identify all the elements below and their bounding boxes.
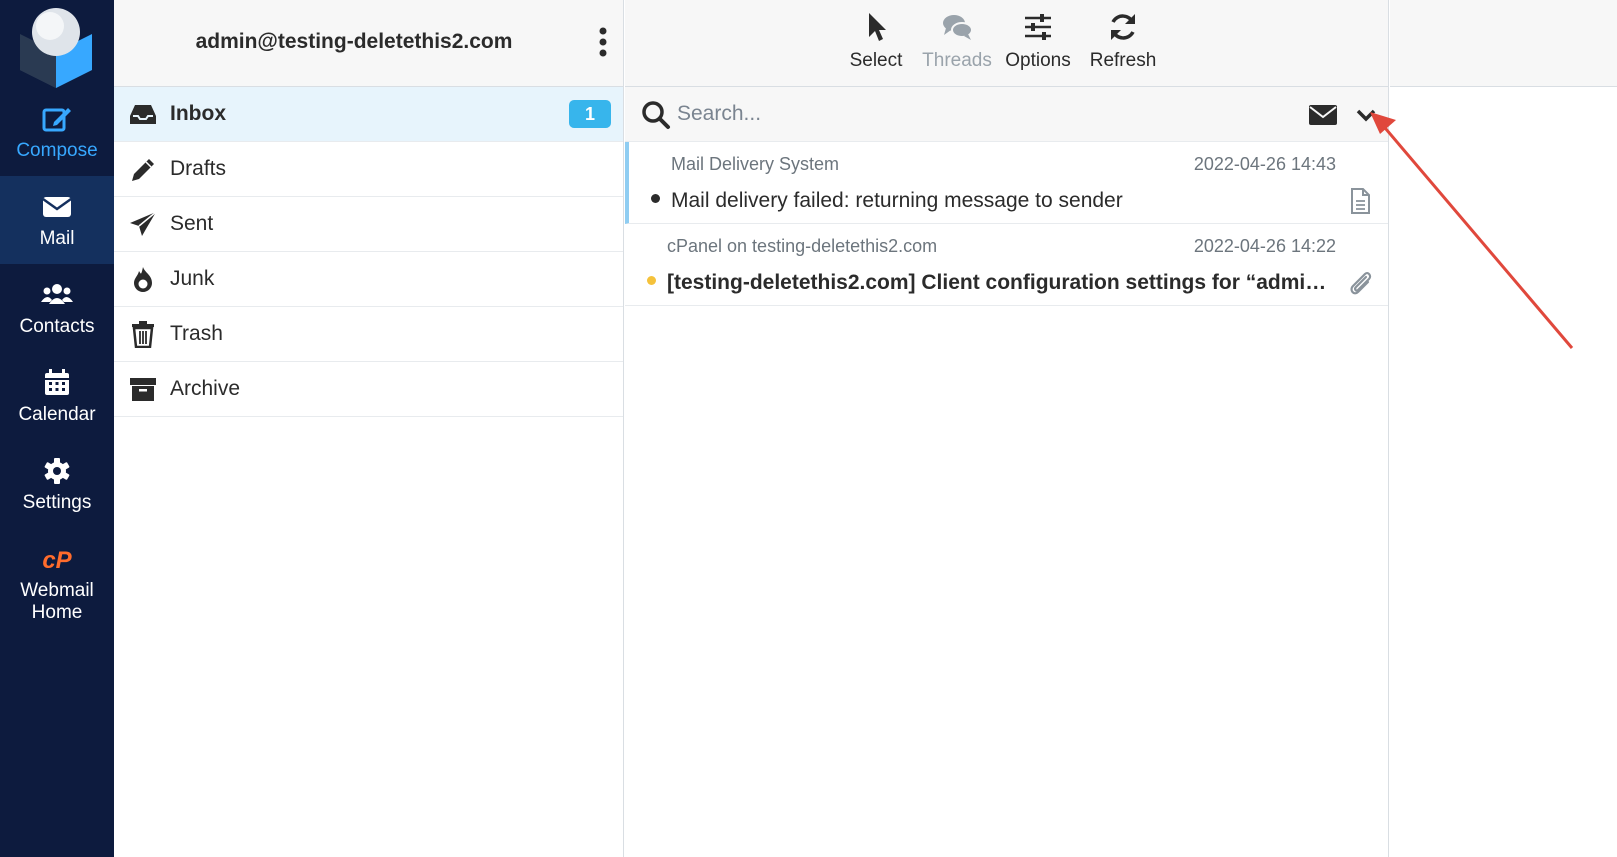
options-label: Options [1005,50,1071,71]
nav-calendar[interactable]: Calendar [0,352,114,440]
folder-archive[interactable]: Archive [114,362,623,417]
account-email: admin@testing-deletethis2.com [195,30,513,53]
status-dot [651,194,660,203]
compose-icon [42,108,71,132]
folder-panel-header: admin@testing-deletethis2.com [114,0,623,87]
threads-button[interactable]: Threads [914,10,1000,72]
refresh-button[interactable]: Refresh [1080,10,1166,72]
nav-compose[interactable]: Compose [0,88,114,176]
users-icon [41,284,73,304]
nav-settings[interactable]: Settings [0,440,114,528]
unread-count-badge: 1 [569,100,611,128]
nav-contacts-label: Contacts [19,316,95,337]
select-button[interactable]: Select [833,10,919,72]
search-input[interactable] [677,95,1237,133]
cursor-pointer-icon [869,13,886,41]
search-icon[interactable] [641,100,671,130]
trash-icon [132,321,154,348]
message-sender: cPanel on testing-deletethis2.com [667,236,938,256]
select-label: Select [849,50,903,71]
folder-panel: admin@testing-deletethis2.com Inbox 1 Dr… [114,0,624,857]
options-button[interactable]: Options [995,10,1081,72]
nav-webmail-label-line1: Webmail [20,580,94,601]
svg-text:cP: cP [42,547,72,574]
refresh-icon [1111,14,1135,40]
nav-mail-label: Mail [39,228,75,249]
app-nav-rail: Compose Mail Contacts Calendar Settings … [0,0,114,857]
message-subject: Mail delivery failed: returning message … [671,189,1123,212]
calendar-icon [45,369,69,395]
nav-webmail-home[interactable]: cP Webmail Home [0,528,114,628]
kebab-menu-icon[interactable] [597,26,609,58]
search-bar [625,87,1388,142]
folder-drafts-label: Drafts [170,157,227,180]
nav-webmail-label-line2: Home [31,602,83,623]
nav-compose-label: Compose [16,140,98,161]
message-toolbar: Select Threads Options Refresh [625,0,1388,87]
nav-settings-label: Settings [22,492,92,513]
message-row[interactable]: cPanel on testing-deletethis2.com 2022-0… [625,224,1388,306]
nav-contacts[interactable]: Contacts [0,264,114,352]
preview-header [1390,0,1617,87]
folder-sent[interactable]: Sent [114,197,623,252]
message-list-panel: Select Threads Options Refresh Search...… [625,0,1389,857]
pencil-icon [132,159,154,181]
folder-inbox[interactable]: Inbox 1 [114,87,623,142]
folder-sent-label: Sent [170,212,214,235]
cpanel-logo-icon: cP [42,547,72,574]
message-row[interactable]: Mail Delivery System 2022-04-26 14:43 Ma… [625,142,1388,224]
nav-calendar-label: Calendar [18,404,96,425]
fire-icon [134,267,152,292]
nav-mail[interactable]: Mail [0,176,114,264]
archive-box-icon [130,378,156,401]
message-date: 2022-04-26 14:43 [1193,154,1336,174]
envelope-icon[interactable] [1308,103,1338,127]
preview-pane [1390,0,1617,857]
refresh-label: Refresh [1089,50,1157,71]
folder-drafts[interactable]: Drafts [114,142,623,197]
folder-trash-label: Trash [170,322,223,345]
comments-icon [943,15,973,40]
message-subject: [testing-deletethis2.com] Client configu… [667,271,1327,294]
gear-icon [44,458,70,484]
threads-label: Threads [922,50,992,71]
roundcube-logo[interactable] [14,4,98,88]
paperclip-icon[interactable] [1346,269,1374,297]
folder-archive-label: Archive [170,377,241,400]
folder-trash[interactable]: Trash [114,307,623,362]
folder-junk-label: Junk [170,267,215,290]
unread-dot [647,276,656,285]
envelope-icon [42,197,72,217]
document-icon[interactable] [1346,187,1374,215]
paper-plane-icon [130,211,157,236]
sliders-icon [1025,14,1051,40]
folder-inbox-label: Inbox [170,102,226,125]
folder-junk[interactable]: Junk [114,252,623,307]
message-sender: Mail Delivery System [671,154,840,174]
message-date: 2022-04-26 14:22 [1193,236,1336,256]
inbox-icon [130,105,156,124]
chevron-down-icon[interactable] [1355,105,1377,125]
